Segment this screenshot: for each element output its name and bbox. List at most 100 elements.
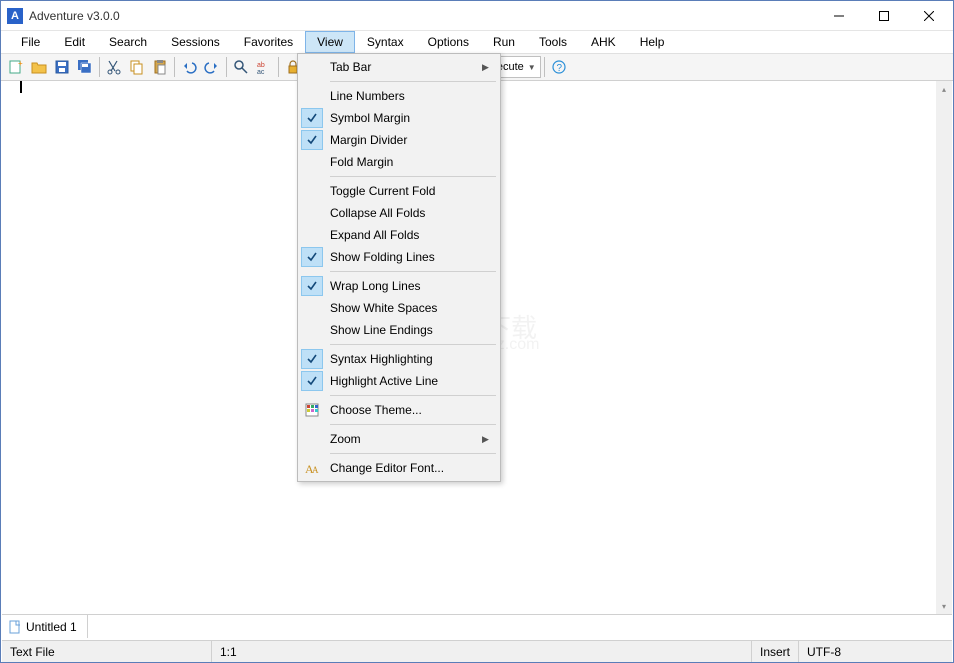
menu-options[interactable]: Options <box>416 31 481 53</box>
find-icon[interactable] <box>230 56 252 78</box>
menu-file[interactable]: File <box>9 31 52 53</box>
menu-run[interactable]: Run <box>481 31 527 53</box>
open-folder-icon[interactable] <box>28 56 50 78</box>
check-icon <box>301 371 323 391</box>
menu-item-label: Change Editor Font... <box>324 461 498 475</box>
menu-item-label: Toggle Current Fold <box>324 184 498 198</box>
copy-icon[interactable] <box>126 56 148 78</box>
check-icon <box>301 247 323 267</box>
menu-item-wrap-long-lines[interactable]: Wrap Long Lines <box>300 275 498 297</box>
menu-separator <box>330 271 496 272</box>
svg-text:A: A <box>312 465 319 475</box>
menu-view[interactable]: View <box>305 31 355 53</box>
menu-item-collapse-all-folds[interactable]: Collapse All Folds <box>300 202 498 224</box>
document-tab[interactable]: Untitled 1 <box>2 615 88 638</box>
menu-item-highlight-active-line[interactable]: Highlight Active Line <box>300 370 498 392</box>
menu-favorites[interactable]: Favorites <box>232 31 305 53</box>
menu-edit[interactable]: Edit <box>52 31 97 53</box>
vertical-scrollbar[interactable]: ▴ ▾ <box>936 81 952 614</box>
menu-item-margin-divider[interactable]: Margin Divider <box>300 129 498 151</box>
font-icon: AA <box>300 461 324 475</box>
menu-ahk[interactable]: AHK <box>579 31 628 53</box>
close-button[interactable] <box>906 2 951 30</box>
scroll-up-icon[interactable]: ▴ <box>936 81 952 97</box>
save-all-icon[interactable] <box>74 56 96 78</box>
save-icon[interactable] <box>51 56 73 78</box>
toolbar-separator <box>99 57 100 77</box>
submenu-arrow-icon: ▶ <box>482 62 498 73</box>
menu-separator <box>330 424 496 425</box>
menu-item-label: Syntax Highlighting <box>324 352 498 366</box>
menu-item-fold-margin[interactable]: Fold Margin <box>300 151 498 173</box>
svg-text:ab: ab <box>257 62 265 69</box>
menu-item-line-numbers[interactable]: Line Numbers <box>300 85 498 107</box>
menu-separator <box>330 453 496 454</box>
svg-text:ac: ac <box>257 69 265 75</box>
menu-item-label: Zoom <box>324 432 482 446</box>
check-icon <box>301 130 323 150</box>
svg-text:?: ? <box>556 63 562 74</box>
menu-item-change-editor-font[interactable]: AAChange Editor Font... <box>300 457 498 479</box>
menu-item-label: Line Numbers <box>324 89 498 103</box>
menu-search[interactable]: Search <box>97 31 159 53</box>
menu-item-zoom[interactable]: Zoom▶ <box>300 428 498 450</box>
minimize-button[interactable] <box>816 2 861 30</box>
menu-separator <box>330 176 496 177</box>
app-icon: A <box>7 8 23 24</box>
window-controls <box>816 2 951 30</box>
redo-icon[interactable] <box>201 56 223 78</box>
menu-item-label: Fold Margin <box>324 155 498 169</box>
status-encoding: UTF-8 <box>799 641 849 662</box>
replace-icon[interactable]: abac <box>253 56 275 78</box>
toolbar-separator <box>226 57 227 77</box>
menu-item-choose-theme[interactable]: Choose Theme... <box>300 399 498 421</box>
help-icon[interactable]: ? <box>548 56 570 78</box>
status-position: 1:1 <box>212 641 752 662</box>
svg-text:+: + <box>18 59 23 68</box>
execute-dropdown-icon: ▼ <box>528 63 536 72</box>
view-menu-dropdown: Tab Bar▶Line NumbersSymbol MarginMargin … <box>297 53 501 482</box>
menu-item-label: Symbol Margin <box>324 111 498 125</box>
menu-item-label: Collapse All Folds <box>324 206 498 220</box>
new-file-icon[interactable]: + <box>5 56 27 78</box>
submenu-arrow-icon: ▶ <box>482 434 498 445</box>
toolbar-separator <box>544 57 545 77</box>
menu-item-show-line-endings[interactable]: Show Line Endings <box>300 319 498 341</box>
menu-item-label: Show White Spaces <box>324 301 498 315</box>
check-icon <box>301 108 323 128</box>
menu-item-label: Tab Bar <box>324 60 482 74</box>
undo-icon[interactable] <box>178 56 200 78</box>
menu-item-label: Wrap Long Lines <box>324 279 498 293</box>
window-title: Adventure v3.0.0 <box>29 9 816 23</box>
menu-sessions[interactable]: Sessions <box>159 31 232 53</box>
maximize-button[interactable] <box>861 2 906 30</box>
menu-item-label: Show Folding Lines <box>324 250 498 264</box>
paste-icon[interactable] <box>149 56 171 78</box>
menu-item-label: Choose Theme... <box>324 403 498 417</box>
menu-item-symbol-margin[interactable]: Symbol Margin <box>300 107 498 129</box>
menu-separator <box>330 344 496 345</box>
menu-item-show-folding-lines[interactable]: Show Folding Lines <box>300 246 498 268</box>
toolbar-separator <box>278 57 279 77</box>
menu-separator <box>330 395 496 396</box>
scroll-track[interactable] <box>936 97 952 598</box>
cut-icon[interactable] <box>103 56 125 78</box>
statusbar: Text File 1:1 Insert UTF-8 <box>2 640 952 662</box>
menu-item-expand-all-folds[interactable]: Expand All Folds <box>300 224 498 246</box>
menu-item-syntax-highlighting[interactable]: Syntax Highlighting <box>300 348 498 370</box>
menu-help[interactable]: Help <box>628 31 677 53</box>
scroll-down-icon[interactable]: ▾ <box>936 598 952 614</box>
check-icon <box>301 276 323 296</box>
status-insert-mode: Insert <box>752 641 799 662</box>
menu-item-tab-bar[interactable]: Tab Bar▶ <box>300 56 498 78</box>
menu-item-label: Expand All Folds <box>324 228 498 242</box>
menu-syntax[interactable]: Syntax <box>355 31 416 53</box>
menu-item-toggle-current-fold[interactable]: Toggle Current Fold <box>300 180 498 202</box>
menu-item-label: Highlight Active Line <box>324 374 498 388</box>
toolbar-separator <box>174 57 175 77</box>
menu-tools[interactable]: Tools <box>527 31 579 53</box>
editor-gutter <box>6 81 20 614</box>
menu-item-show-white-spaces[interactable]: Show White Spaces <box>300 297 498 319</box>
menubar: FileEditSearchSessionsFavoritesViewSynta… <box>1 31 953 53</box>
check-icon <box>301 349 323 369</box>
